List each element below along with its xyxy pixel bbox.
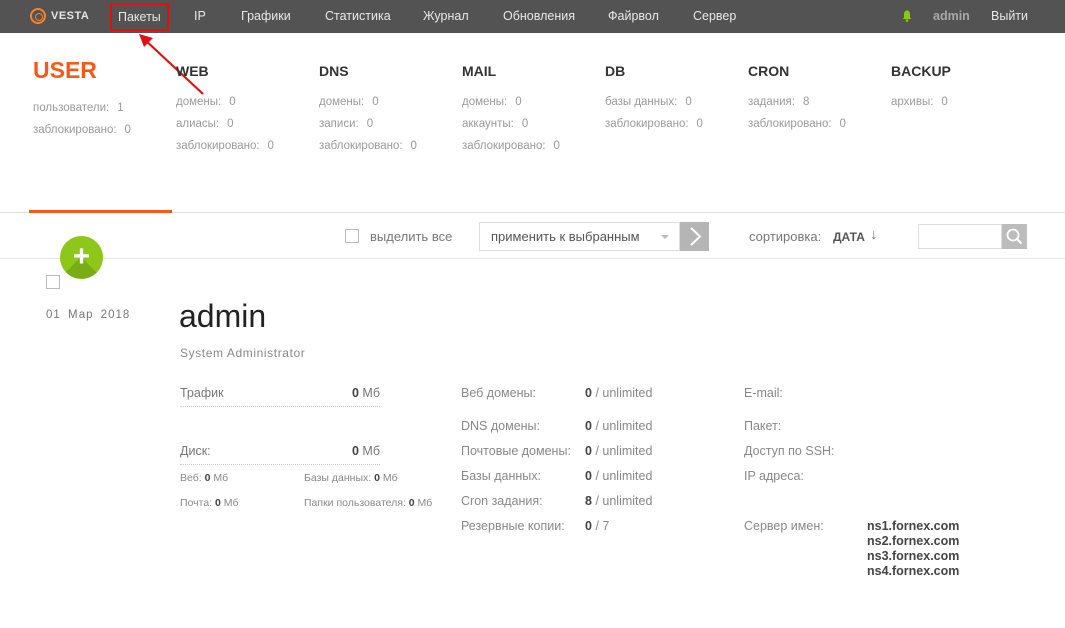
stat-web[interactable]: WEB домены: 0 алиасы: 0 заблокировано: 0	[176, 58, 274, 157]
record-date: 01 Мар 2018	[46, 309, 131, 321]
package-label: Пакет:	[744, 419, 782, 433]
limit-label: Веб домены:	[461, 386, 536, 400]
record-fullname: System Administrator	[180, 346, 306, 360]
stat-row: пользователи: 1	[33, 102, 124, 114]
vesta-logo-icon	[30, 8, 46, 24]
stat-row: заблокировано: 0	[605, 118, 703, 130]
record-username[interactable]: admin	[179, 298, 266, 335]
limit-label: Почтовые домены:	[461, 444, 571, 458]
stat-row: базы данных: 0	[605, 96, 692, 108]
limit-label: DNS домены:	[461, 419, 541, 433]
nav-statistics[interactable]: Статистика	[325, 9, 391, 23]
stat-dns[interactable]: DNS домены: 0 записи: 0 заблокировано: 0	[319, 58, 417, 157]
nav-packages[interactable]: Пакеты	[110, 3, 169, 31]
nameserver: ns1.fornex.com	[867, 519, 960, 533]
stat-db-title[interactable]: DB	[605, 58, 703, 88]
select-all-label[interactable]: выделить все	[370, 229, 452, 244]
stat-row: заблокировано: 0	[176, 140, 274, 152]
stat-backup[interactable]: BACKUP архивы: 0	[891, 58, 951, 113]
nav-updates[interactable]: Обновления	[503, 9, 575, 23]
nav-ip[interactable]: IP	[194, 9, 206, 23]
stat-backup-title[interactable]: BACKUP	[891, 58, 951, 88]
stat-row: заблокировано: 0	[748, 118, 846, 130]
divider	[0, 258, 1065, 259]
disk-user-dirs: Папки пользователя: 0 Мб	[304, 497, 433, 509]
stat-row: домены: 0	[462, 96, 522, 108]
vesta-logo[interactable]: VESTA	[30, 8, 89, 24]
disk-usage: Диск: 0 Мб	[180, 444, 380, 458]
ip-addresses-label: IP адреса:	[744, 469, 804, 483]
stat-row: заблокировано: 0	[33, 124, 131, 136]
stat-db[interactable]: DB базы данных: 0 заблокировано: 0	[605, 58, 703, 135]
nameserver: ns3.fornex.com	[867, 549, 960, 563]
stat-user-title[interactable]: USER	[33, 58, 131, 88]
select-all-checkbox[interactable]	[345, 229, 359, 243]
nameserver: ns2.fornex.com	[867, 534, 960, 548]
stat-dns-title[interactable]: DNS	[319, 58, 417, 88]
current-user-link[interactable]: admin	[933, 9, 970, 23]
logo-text: VESTA	[51, 10, 90, 22]
disk-db: Базы данных: 0 Мб	[304, 472, 398, 484]
disk-mail: Почта: 0 Мб	[180, 497, 239, 509]
usage-divider	[180, 406, 380, 407]
active-tab-indicator	[29, 210, 172, 213]
nav-log[interactable]: Журнал	[423, 9, 469, 23]
add-user-button[interactable]: +	[60, 236, 103, 279]
limit-value: 0 / unlimited	[585, 444, 653, 458]
row-select-checkbox[interactable]	[46, 275, 60, 289]
stat-user[interactable]: USER пользователи: 1 заблокировано: 0	[33, 58, 131, 141]
nameserver: ns4.fornex.com	[867, 564, 960, 578]
limit-value: 0 / unlimited	[585, 419, 653, 433]
stat-row: аккаунты: 0	[462, 118, 529, 130]
apply-bulk-button[interactable]	[680, 222, 709, 251]
usage-divider	[180, 464, 380, 465]
sort-field-dropdown[interactable]: ДАТА	[833, 230, 865, 244]
sort-label: сортировка:	[749, 229, 822, 244]
nav-firewall[interactable]: Файрвол	[608, 9, 659, 23]
stat-row: задания: 8	[748, 96, 810, 108]
traffic-usage: Трафик 0 Мб	[180, 386, 380, 400]
bulk-action-select[interactable]: применить к выбранным	[479, 222, 680, 251]
bell-icon[interactable]	[902, 10, 912, 22]
bulk-action-placeholder: применить к выбранным	[491, 229, 640, 244]
disk-web: Веб: 0 Мб	[180, 472, 229, 484]
nameservers-label: Сервер имен:	[744, 519, 824, 533]
search-icon	[1006, 228, 1023, 245]
limit-label: Базы данных:	[461, 469, 541, 483]
email-label: E-mail:	[744, 386, 783, 400]
stat-row: заблокировано: 0	[462, 140, 560, 152]
stat-mail-title[interactable]: MAIL	[462, 58, 560, 88]
stat-row: алиасы: 0	[176, 118, 234, 130]
stat-row: домены: 0	[319, 96, 379, 108]
stat-mail[interactable]: MAIL домены: 0 аккаунты: 0 заблокировано: 0	[462, 58, 560, 157]
chevron-right-icon	[690, 227, 702, 246]
nav-graphs[interactable]: Графики	[241, 9, 291, 23]
nav-server[interactable]: Сервер	[693, 9, 736, 23]
ssh-access-label: Доступ по SSH:	[744, 444, 835, 458]
stat-row: архивы: 0	[891, 96, 948, 108]
top-navbar: VESTA Пакеты IP Графики Статистика Журна…	[0, 0, 1065, 33]
plus-icon: +	[72, 240, 91, 273]
stat-row: записи: 0	[319, 118, 374, 130]
stat-web-title[interactable]: WEB	[176, 58, 274, 88]
limit-label: Cron задания:	[461, 494, 543, 508]
stat-row: домены: 0	[176, 96, 236, 108]
logout-link[interactable]: Выйти	[991, 9, 1028, 23]
limit-value: 0 / unlimited	[585, 469, 653, 483]
stat-cron[interactable]: CRON задания: 8 заблокировано: 0	[748, 58, 846, 135]
limit-value: 0 / 7	[585, 519, 610, 533]
sort-direction-icon[interactable]: ↓	[870, 226, 878, 243]
stat-cron-title[interactable]: CRON	[748, 58, 846, 88]
search-input[interactable]	[918, 224, 1002, 249]
limit-label: Резервные копии:	[461, 519, 565, 533]
stat-row: заблокировано: 0	[319, 140, 417, 152]
limit-value: 0 / unlimited	[585, 386, 653, 400]
limit-value: 8 / unlimited	[585, 494, 653, 508]
chevron-down-icon	[661, 235, 669, 239]
search-button[interactable]	[1002, 224, 1027, 249]
